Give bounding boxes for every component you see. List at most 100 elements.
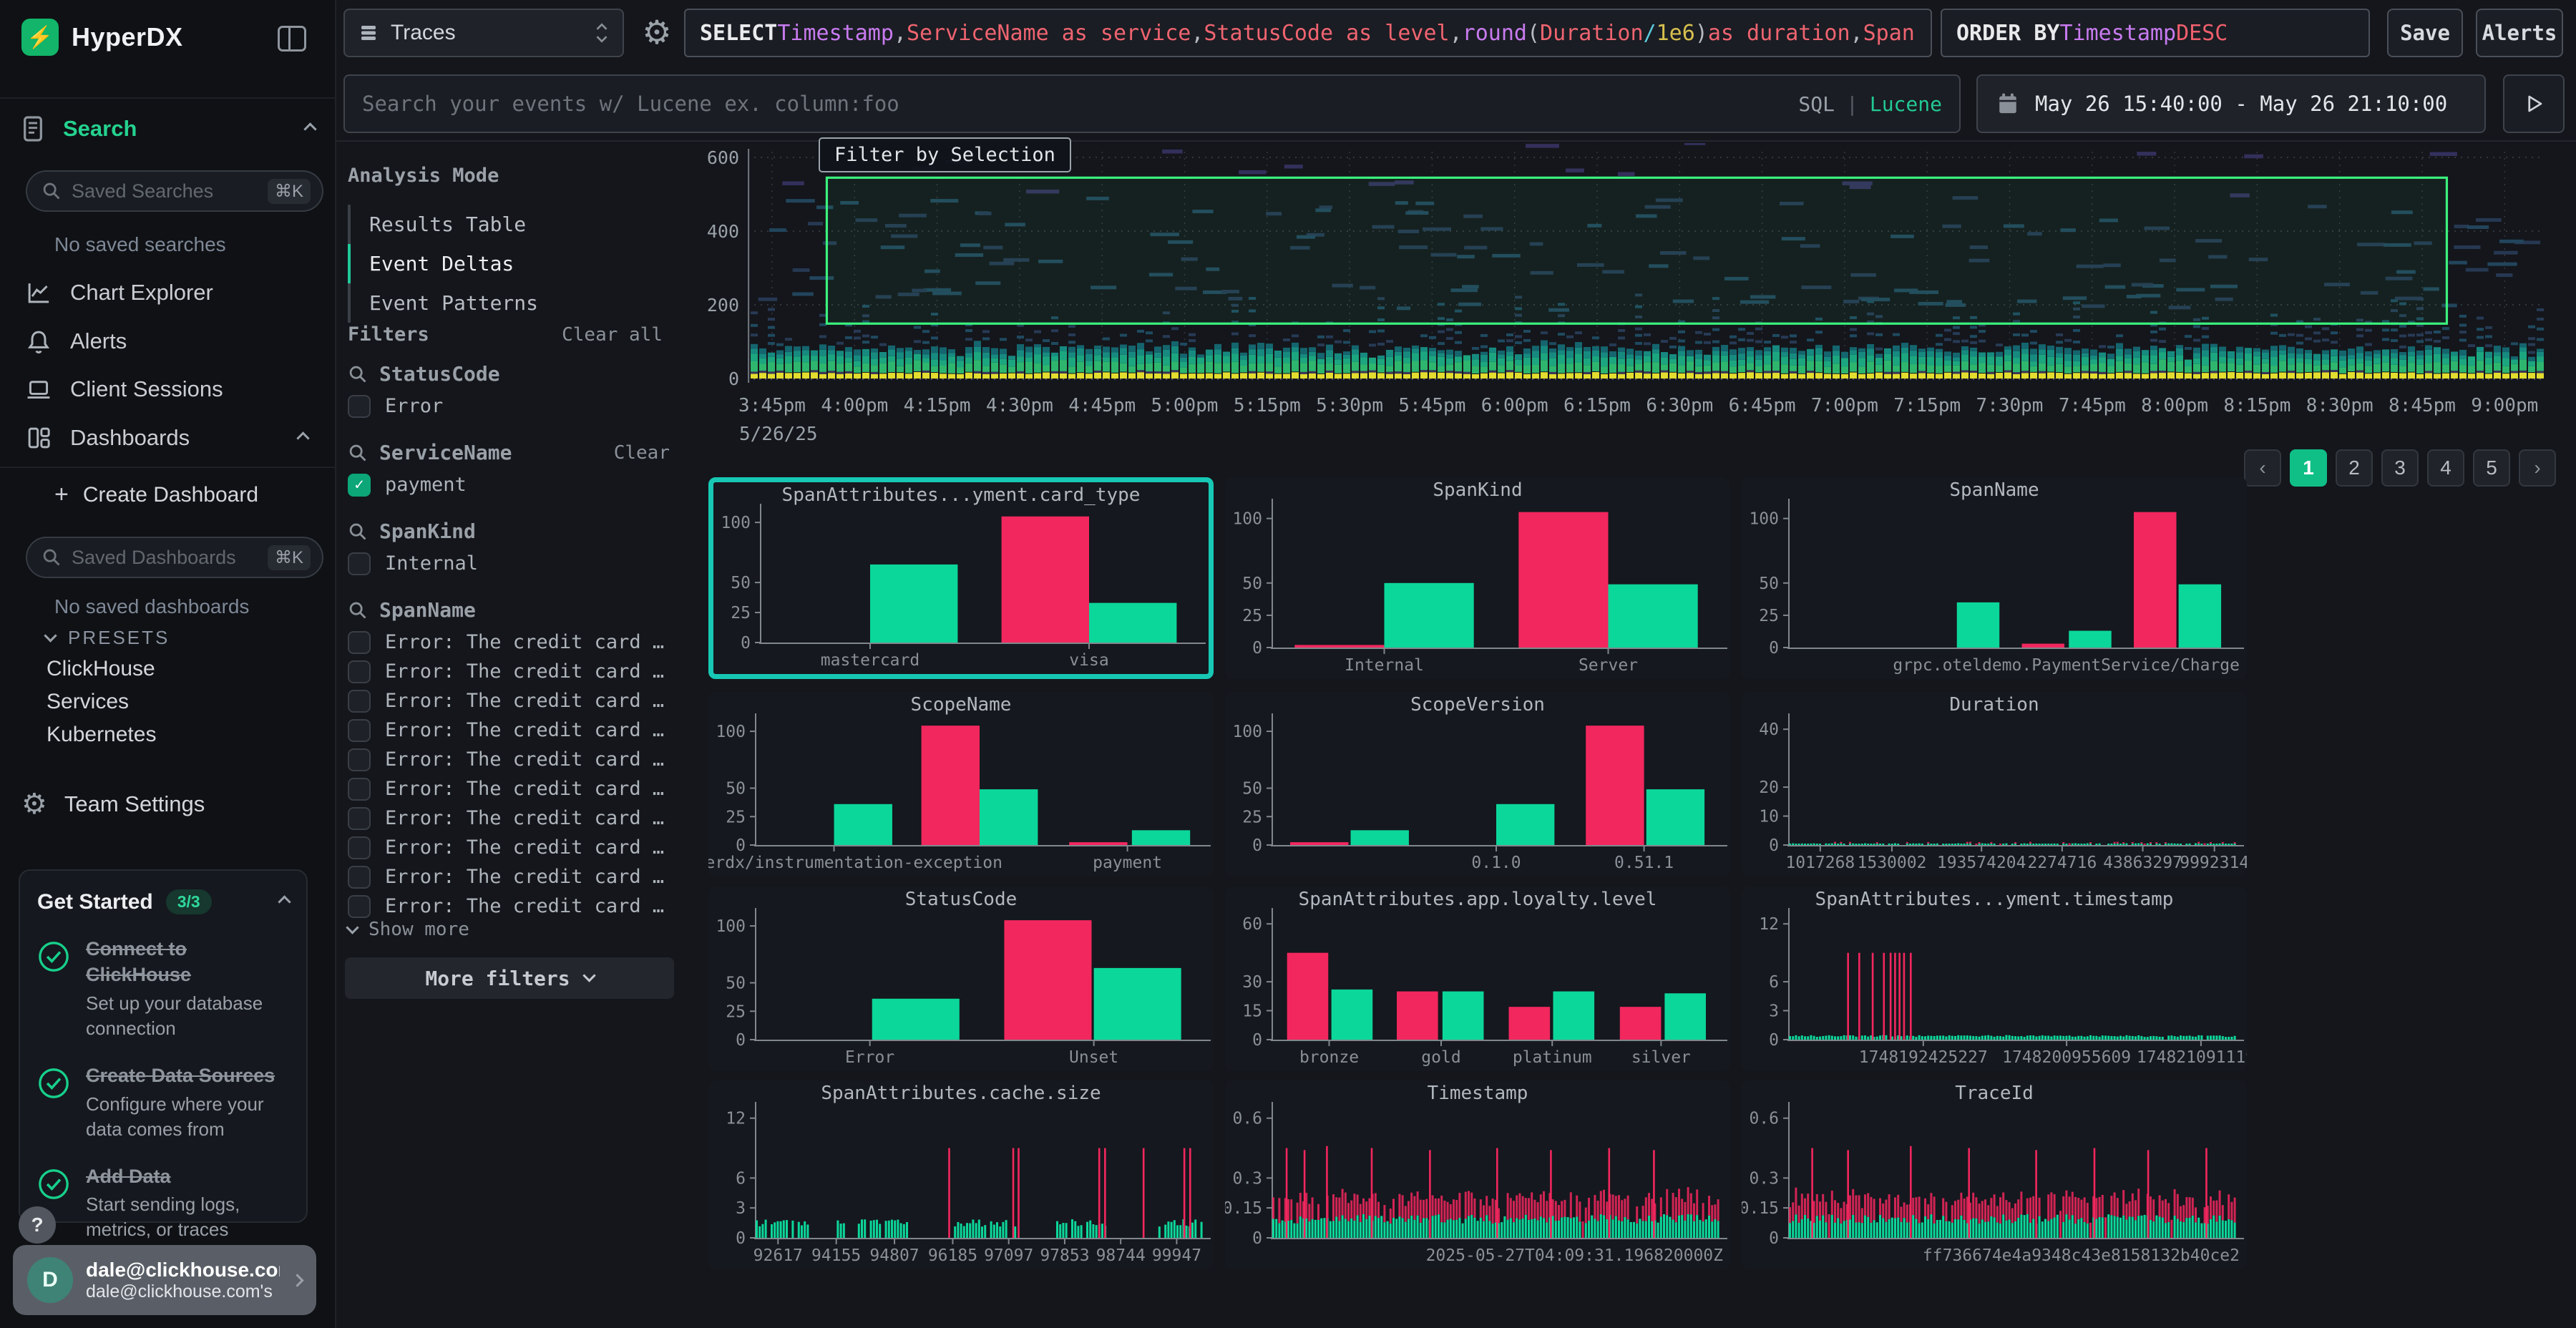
xtick-label: 1017268 xyxy=(1785,854,1855,872)
checkbox[interactable]: ✓ xyxy=(348,474,371,497)
xtick-label: bronze xyxy=(1299,1048,1359,1067)
sidebar-section-search[interactable]: Search xyxy=(21,114,315,143)
filter-option[interactable]: Error: The credit card … xyxy=(348,862,677,892)
checkbox[interactable] xyxy=(348,778,371,801)
saved-dashboards-input[interactable]: ⌘K xyxy=(26,537,323,578)
filter-option[interactable]: Error: The credit card … xyxy=(348,657,677,686)
chart-card-spanattributes-yment-timestamp[interactable]: SpanAttributes...yment.timestamp03612174… xyxy=(1742,887,2247,1071)
xtick-label: 97853 xyxy=(1040,1246,1089,1265)
pagination-page-3[interactable]: 3 xyxy=(2381,449,2419,487)
filter-option[interactable]: Error xyxy=(348,391,677,421)
get-started-item[interactable]: Add DataStart sending logs, metrics, or … xyxy=(37,1163,289,1243)
checkbox[interactable] xyxy=(348,395,371,418)
analysis-mode-event-deltas[interactable]: Event Deltas xyxy=(348,244,663,283)
chart-card-timestamp[interactable]: Timestamp00.150.30.62025-05-27T04:09:31.… xyxy=(1225,1080,1730,1269)
clear-all-filters-button[interactable]: Clear all xyxy=(562,324,663,346)
presets-toggle[interactable]: PRESETS xyxy=(46,627,170,649)
filter-option[interactable]: Error: The credit card … xyxy=(348,892,677,921)
source-selector[interactable]: Traces xyxy=(343,9,624,57)
pagination-page-4[interactable]: 4 xyxy=(2427,449,2464,487)
more-filters-button[interactable]: More filters xyxy=(345,957,674,999)
preset-services[interactable]: Services xyxy=(47,690,129,714)
sidebar-item-dashboards[interactable]: Dashboards xyxy=(0,416,336,460)
team-settings-button[interactable]: ⚙ Team Settings xyxy=(21,790,205,819)
checkbox[interactable] xyxy=(348,895,371,918)
analysis-mode-results-table[interactable]: Results Table xyxy=(348,205,663,244)
order-by-editor[interactable]: ORDER BY Timestamp DESC xyxy=(1941,9,2370,57)
pagination-page-1[interactable]: 1 xyxy=(2290,449,2327,487)
chart-card-spanattributes-cache-size[interactable]: SpanAttributes.cache.size036129261794155… xyxy=(708,1080,1214,1269)
saved-dashboards-field[interactable] xyxy=(72,547,258,569)
get-started-card: Get Started 3/3 Connect to ClickHouseSet… xyxy=(19,869,308,1223)
ytick-label: 50 xyxy=(731,574,751,592)
chart-card-scopename[interactable]: ScopeName02550100@hyperdx/instrumentatio… xyxy=(708,692,1214,877)
filter-option[interactable]: Error: The credit card … xyxy=(348,774,677,804)
pagination-next-button[interactable]: › xyxy=(2519,449,2556,487)
chart-card-spanname[interactable]: SpanName02550100grpc.oteldemo.PaymentSer… xyxy=(1742,477,2247,679)
show-more-button[interactable]: Show more xyxy=(348,919,469,940)
save-button[interactable]: Save xyxy=(2387,9,2463,57)
saved-searches-field[interactable] xyxy=(72,180,258,202)
sidebar-collapse-icon[interactable] xyxy=(278,26,306,52)
sidebar-item-client-sessions[interactable]: Client Sessions xyxy=(0,367,336,411)
xtick-label: 1748192425227 xyxy=(1859,1048,1988,1067)
filter-option[interactable]: Error: The credit card … xyxy=(348,804,677,833)
get-started-item-subtitle: Configure where your data comes from xyxy=(86,1092,289,1142)
chart-card-statuscode[interactable]: StatusCode02550100ErrorUnset xyxy=(708,887,1214,1071)
checkbox[interactable] xyxy=(348,660,371,683)
get-started-header[interactable]: Get Started 3/3 xyxy=(37,889,289,914)
chart-card-traceid[interactable]: TraceId00.150.30.6ff736674e4a9348c43e815… xyxy=(1742,1080,2247,1269)
checkbox[interactable] xyxy=(348,690,371,713)
checkbox[interactable] xyxy=(348,807,371,830)
chart-card-spanattributes-yment-card-type[interactable]: SpanAttributes...yment.card_type02550100… xyxy=(708,477,1214,679)
filter-option-label: Error: The credit card … xyxy=(385,631,664,653)
filter-clear-button[interactable]: Clear xyxy=(614,442,670,464)
checkbox[interactable] xyxy=(348,748,371,771)
heatmap-selection-box[interactable] xyxy=(826,177,2446,323)
event-search-bar[interactable]: SQL | Lucene xyxy=(343,74,1961,133)
pagination-page-5[interactable]: 5 xyxy=(2473,449,2510,487)
event-search-input[interactable] xyxy=(362,92,1798,116)
checkbox[interactable] xyxy=(348,866,371,889)
lucene-mode-toggle[interactable]: Lucene xyxy=(1870,92,1942,116)
filter-by-selection-button[interactable]: Filter by Selection xyxy=(819,137,1071,172)
sidebar-item-chart-explorer[interactable]: Chart Explorer xyxy=(0,270,336,315)
filter-option[interactable]: Error: The credit card … xyxy=(348,686,677,716)
pagination-prev-button[interactable]: ‹ xyxy=(2244,449,2281,487)
filter-option[interactable]: Internal xyxy=(348,549,677,578)
user-menu[interactable]: D dale@clickhouse.com dale@clickhouse.co… xyxy=(13,1245,316,1315)
pagination-page-2[interactable]: 2 xyxy=(2336,449,2373,487)
chart-card-spankind[interactable]: SpanKind02550100InternalServer xyxy=(1225,477,1730,679)
run-query-button[interactable] xyxy=(2503,74,2565,133)
checkbox[interactable] xyxy=(348,552,371,575)
create-dashboard-button[interactable]: + Create Dashboard xyxy=(54,481,258,509)
filter-option[interactable]: Error: The credit card … xyxy=(348,716,677,745)
filter-option[interactable]: ✓payment xyxy=(348,470,677,499)
sql-mode-toggle[interactable]: SQL xyxy=(1798,92,1835,116)
chart-card-spanattributes-app-loyalty-level[interactable]: SpanAttributes.app.loyalty.level0153060b… xyxy=(1225,887,1730,1071)
filter-option[interactable]: Error: The credit card … xyxy=(348,833,677,862)
sidebar-item-alerts[interactable]: Alerts xyxy=(0,319,336,363)
sql-select-editor[interactable]: SELECT Timestamp, ServiceName as service… xyxy=(684,9,1932,57)
chart-card-duration[interactable]: Duration01020401017268153000219357420422… xyxy=(1742,692,2247,877)
checkbox[interactable] xyxy=(348,719,371,742)
alerts-button[interactable]: Alerts xyxy=(2476,9,2563,57)
ytick-label: 20 xyxy=(1759,778,1779,797)
checkbox[interactable] xyxy=(348,631,371,654)
preset-kubernetes[interactable]: Kubernetes xyxy=(47,723,156,747)
analysis-mode-event-patterns[interactable]: Event Patterns xyxy=(348,283,663,323)
chart-card-scopeversion[interactable]: ScopeVersion025501000.1.00.51.1 xyxy=(1225,692,1730,877)
get-started-item[interactable]: Create Data SourcesConfigure where your … xyxy=(37,1063,289,1142)
heatmap-xtick-label: 8:45pm xyxy=(2389,395,2456,416)
time-range-picker[interactable]: May 26 15:40:00 - May 26 21:10:00 xyxy=(1976,74,2486,133)
preset-clickhouse[interactable]: ClickHouse xyxy=(47,657,155,681)
source-settings-button[interactable]: ⚙ xyxy=(637,10,677,54)
filter-option[interactable]: Error: The credit card … xyxy=(348,628,677,657)
filter-option[interactable]: Error: The credit card … xyxy=(348,745,677,774)
bar xyxy=(1646,789,1704,845)
saved-searches-input[interactable]: ⌘K xyxy=(26,170,323,212)
checkbox[interactable] xyxy=(348,836,371,859)
help-button[interactable]: ? xyxy=(19,1206,56,1244)
get-started-item[interactable]: Connect to ClickHouseSet up your databas… xyxy=(37,936,289,1041)
events-heatmap[interactable] xyxy=(748,143,2544,391)
